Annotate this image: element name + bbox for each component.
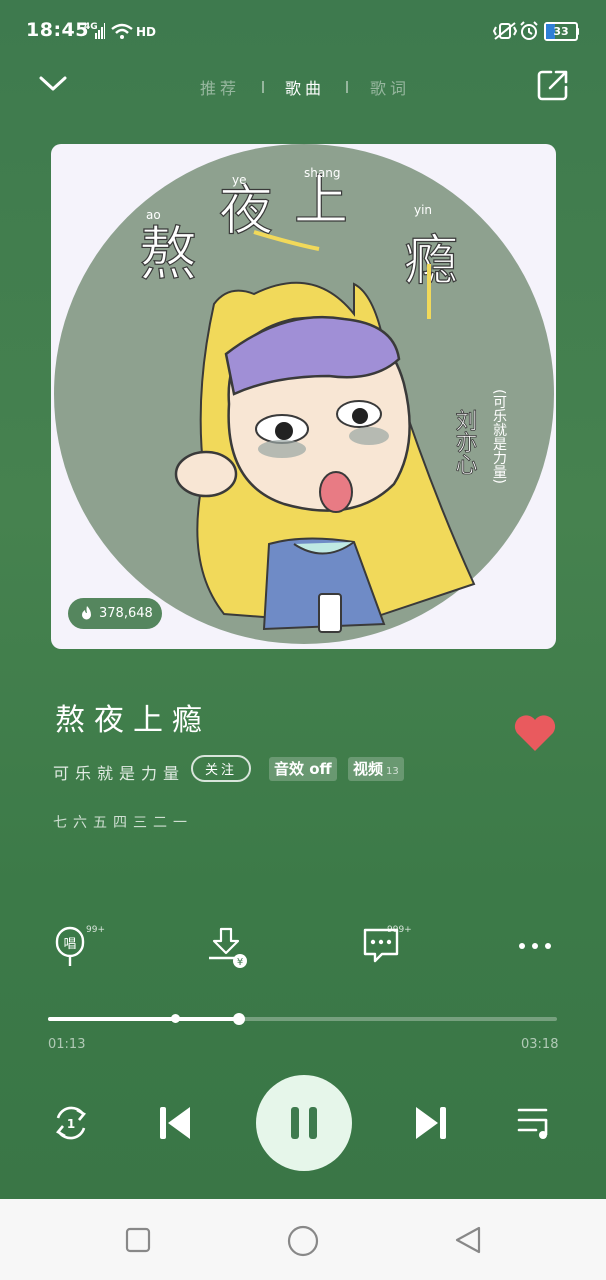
tab-recommend[interactable]: 推荐 — [200, 75, 240, 99]
svg-text:yin: yin — [414, 203, 432, 217]
video-label: 视频 — [353, 760, 384, 778]
svg-text:ao: ao — [146, 208, 161, 222]
system-nav-bar — [0, 1199, 606, 1280]
repeat-one-icon[interactable]: 1 — [50, 1102, 92, 1144]
svg-text:shang: shang — [304, 166, 340, 180]
cover-artwork: 熬 夜 上 瘾 ao ye shang yin 刘亦心 (可乐就是力量) — [54, 144, 554, 644]
cartoon-illustration: 熬 夜 上 瘾 ao ye shang yin 刘亦心 (可乐就是力量) — [138, 166, 507, 633]
video-button[interactable]: 视频 13 — [348, 757, 404, 781]
sound-effect-label: 音效 off — [274, 760, 332, 778]
song-title: 熬夜上瘾 — [55, 703, 211, 738]
follow-button[interactable]: 关注 — [191, 755, 251, 782]
alarm-icon — [520, 21, 538, 40]
artist-name[interactable]: 可乐就是力量 — [53, 760, 185, 784]
share-icon[interactable] — [536, 68, 570, 102]
back-icon[interactable] — [452, 1224, 484, 1256]
progress-fill — [48, 1017, 239, 1021]
flame-icon — [82, 606, 91, 620]
tab-lyrics[interactable]: 歌词 — [370, 75, 410, 99]
recent-apps-icon[interactable] — [124, 1226, 152, 1254]
heart-icon[interactable] — [513, 713, 557, 753]
tab-divider — [346, 81, 349, 93]
sing-button[interactable]: 唱 99+ — [52, 925, 105, 970]
pause-icon — [291, 1107, 317, 1139]
signal-icon — [95, 23, 105, 39]
svg-text:1: 1 — [67, 1117, 75, 1131]
download-icon[interactable]: ¥ — [207, 926, 249, 970]
tab-divider — [261, 81, 264, 93]
chevron-down-icon[interactable] — [38, 73, 68, 95]
progress-thumb[interactable] — [233, 1013, 245, 1025]
svg-text:(可乐就是力量): (可乐就是力量) — [491, 389, 507, 484]
heat-count: 378,648 — [99, 606, 153, 621]
sound-effect-button[interactable]: 音效 off — [269, 757, 337, 781]
more-icon[interactable] — [517, 940, 553, 952]
microphone-icon: 唱 — [55, 926, 85, 966]
buffer-marker — [171, 1014, 180, 1023]
svg-text:¥: ¥ — [237, 957, 243, 968]
pause-button[interactable] — [256, 1075, 352, 1171]
svg-text:ye: ye — [232, 173, 246, 187]
comment-badge: 999+ — [387, 925, 412, 935]
battery-indicator: 33 — [544, 22, 578, 41]
previous-icon[interactable] — [156, 1103, 194, 1143]
wifi-icon — [111, 23, 133, 39]
lyric-line[interactable]: 七六五四三二一 — [53, 812, 193, 832]
sing-icon-text: 唱 — [63, 937, 76, 952]
video-count: 13 — [386, 766, 399, 777]
battery-level: 33 — [553, 25, 569, 38]
heat-badge: 378,648 — [68, 598, 162, 629]
total-time: 03:18 — [521, 1037, 559, 1052]
status-time: 18:45 — [26, 19, 89, 41]
current-time: 01:13 — [48, 1037, 86, 1052]
svg-text:刘亦心: 刘亦心 — [452, 409, 478, 475]
tab-song[interactable]: 歌曲 — [285, 75, 325, 99]
album-cover[interactable]: 熬 夜 上 瘾 ao ye shang yin 刘亦心 (可乐就是力量) — [51, 144, 556, 649]
sing-badge: 99+ — [86, 925, 105, 935]
vibrate-icon — [492, 22, 518, 40]
comment-button[interactable]: 999+ — [360, 925, 412, 970]
next-icon[interactable] — [412, 1103, 450, 1143]
wifi-badge: HD — [136, 25, 157, 39]
playlist-icon[interactable] — [516, 1105, 556, 1141]
status-bar: 18:45 4G HD 33 — [0, 0, 606, 62]
svg-text:熬: 熬 — [139, 220, 197, 288]
svg-text:夜: 夜 — [219, 179, 273, 242]
home-icon[interactable] — [286, 1224, 320, 1258]
top-tabs: 推荐 歌曲 歌词 — [200, 76, 410, 98]
